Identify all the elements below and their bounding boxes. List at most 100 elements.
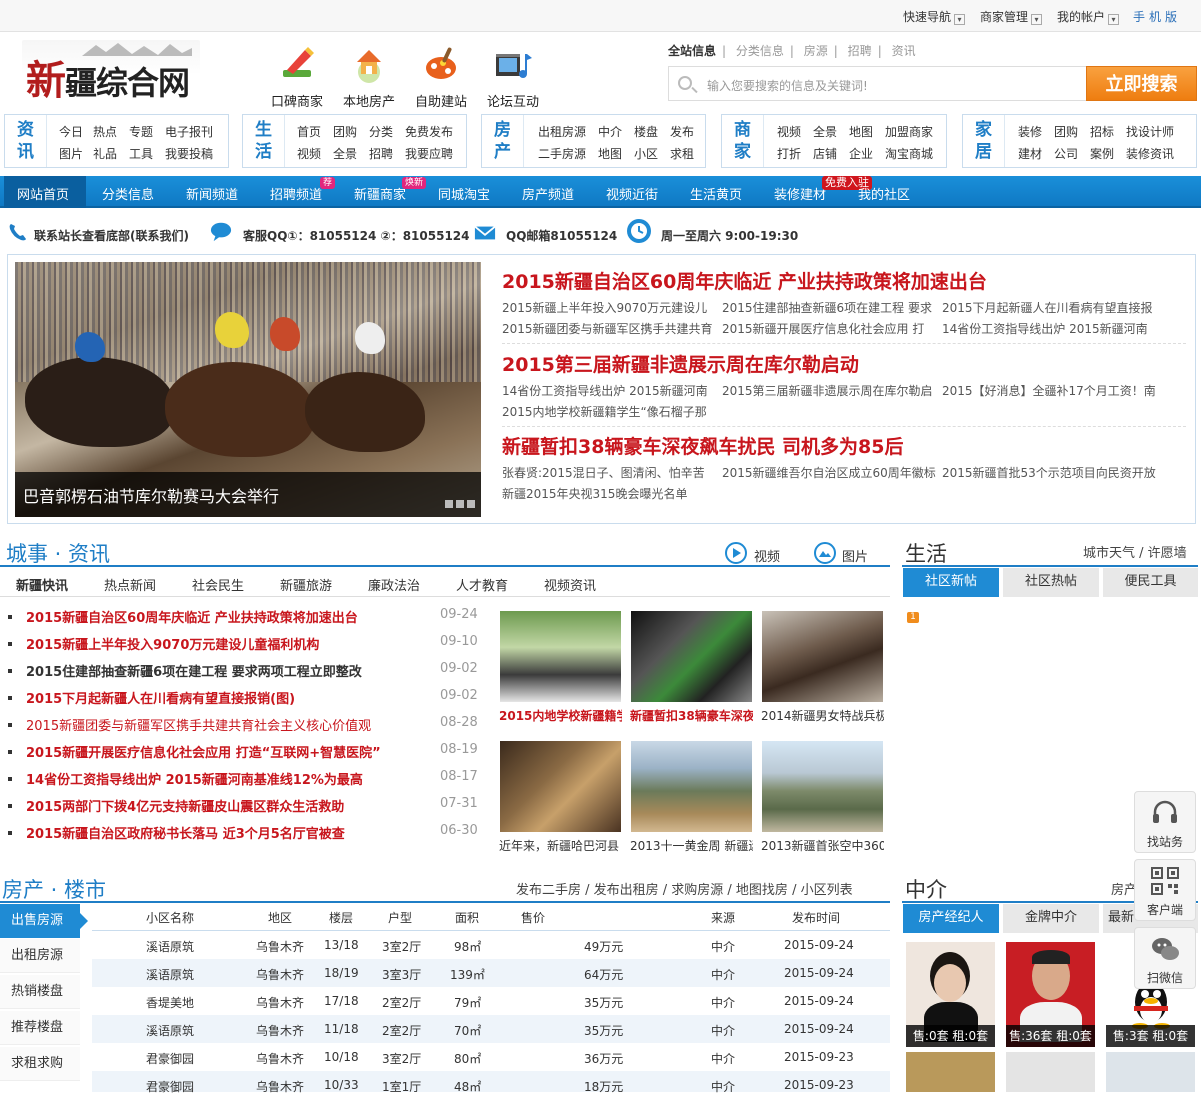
news-item[interactable]: 14省份工资指导线出炉 2015新疆河南基准线12%为最高 08-17 — [8, 769, 478, 788]
category-link[interactable]: 中介 — [598, 123, 622, 140]
tab-hot-estates[interactable]: 热销楼盘 — [0, 975, 80, 1009]
news-tab[interactable]: 热点新闻 — [104, 575, 156, 594]
category-link[interactable]: 全景 — [333, 145, 357, 162]
news-thumbnail[interactable] — [500, 611, 621, 702]
news-tab[interactable]: 社会民生 — [192, 575, 244, 594]
headline-title[interactable]: 新疆暂扣38辆豪车深夜飙车扰民 司机多为85后 — [502, 432, 904, 459]
header-link-forum[interactable]: 论坛互动 — [478, 44, 548, 110]
headline-sub[interactable]: 2015新疆团委与新疆军区携手共建共育 — [502, 320, 713, 337]
category-link[interactable]: 公司 — [1054, 145, 1078, 162]
nav-item-classified[interactable]: 分类信息 — [102, 184, 154, 203]
thumbnail-caption[interactable]: 2015内地学校新疆籍学 — [499, 707, 622, 724]
tab-community-new[interactable]: 社区新帖 — [903, 568, 999, 597]
table-row[interactable]: 溪语原筑 乌鲁木齐 13/18 3室2厅 98㎡ 49万元 中介 2015-09-24 — [92, 931, 890, 959]
category-link[interactable]: 装修资讯 — [1126, 145, 1174, 162]
category-link[interactable]: 免费发布 — [405, 123, 453, 140]
nav-item-merchants[interactable]: 新疆商家 — [354, 184, 406, 203]
category-link[interactable]: 我要应聘 — [405, 145, 453, 162]
news-item[interactable]: 2015两部门下拨4亿元支持新疆皮山震区群众生活救助 07-31 — [8, 796, 478, 815]
category-link[interactable]: 地图 — [598, 145, 622, 162]
category-link[interactable]: 招聘 — [369, 145, 393, 162]
tab-community-hot[interactable]: 社区热帖 — [1003, 568, 1099, 597]
search-tab[interactable]: 招聘 — [848, 44, 872, 58]
table-row[interactable]: 香堤美地 乌鲁木齐 17/18 2室2厅 79㎡ 35万元 中介 2015-09-24 — [92, 987, 890, 1015]
category-link[interactable]: 电子报刊 — [165, 123, 213, 140]
search-tab[interactable]: 全站信息 — [668, 44, 716, 58]
video-link[interactable]: 视频 — [754, 546, 780, 565]
category-link[interactable]: 二手房源 — [538, 145, 586, 162]
tab-tools[interactable]: 便民工具 — [1103, 568, 1198, 597]
headline-sub[interactable]: 14省份工资指导线出炉 2015新疆河南 — [502, 382, 708, 399]
headline-title[interactable]: 2015新疆自治区60周年庆临近 产业扶持政策将加速出台 — [502, 267, 987, 294]
tab-want-rent-buy[interactable]: 求租求购 — [0, 1047, 80, 1081]
category-link[interactable]: 找设计师 — [1126, 123, 1174, 140]
news-item[interactable]: 2015新疆自治区政府秘书长落马 近3个月5名厅官被查 06-30 — [8, 823, 478, 842]
thumbnail-caption[interactable]: 新疆暂扣38辆豪车深夜 — [630, 707, 753, 724]
news-thumbnail[interactable] — [762, 611, 883, 702]
slider-caption[interactable]: 巴音郭楞石油节库尔勒赛马大会举行 — [15, 472, 481, 517]
headline-sub[interactable]: 新疆2015年央视315晚会曝光名单 — [502, 485, 687, 502]
headline-sub[interactable]: 张春贤:2015混日子、图清闲、怕辛苦 — [502, 464, 705, 481]
nav-item-property[interactable]: 房产频道 — [522, 184, 574, 203]
float-wechat-button[interactable]: 扫微信 — [1134, 927, 1196, 989]
tab-for-rent[interactable]: 出租房源 — [0, 939, 80, 973]
nav-item-jobs[interactable]: 招聘频道 — [270, 184, 322, 203]
nav-item-yellowpages[interactable]: 生活黄页 — [690, 184, 742, 203]
header-link-website[interactable]: 自助建站 — [406, 44, 476, 110]
headline-sub[interactable]: 14省份工资指导线出炉 2015新疆河南 — [942, 320, 1148, 337]
slider-dots[interactable] — [442, 497, 475, 511]
tab-recommended-estates[interactable]: 推荐楼盘 — [0, 1011, 80, 1045]
photo-link[interactable]: 图片 — [842, 546, 868, 565]
category-link[interactable]: 发布 — [670, 123, 694, 140]
search-tab[interactable]: 房源 — [804, 44, 828, 58]
headline-title[interactable]: 2015第三届新疆非遗展示周在库尔勒启动 — [502, 350, 859, 377]
tab-gold-agency[interactable]: 金牌中介 — [1003, 904, 1099, 933]
search-button[interactable]: 立即搜索 — [1086, 66, 1197, 101]
mobile-link[interactable]: 手机版 — [1133, 8, 1181, 25]
table-row[interactable]: 君豪御园 乌鲁木齐 10/33 1室1厅 48㎡ 18万元 中介 2015-09-23 — [92, 1071, 890, 1094]
category-link[interactable]: 专题 — [129, 123, 153, 140]
agent-card[interactable] — [1106, 1052, 1195, 1092]
headline-sub[interactable]: 2015【好消息】全疆补17个月工资！南 — [942, 382, 1156, 399]
category-link[interactable]: 团购 — [1054, 123, 1078, 140]
photo-slider[interactable]: 巴音郭楞石油节库尔勒赛马大会举行 — [15, 262, 481, 517]
category-link[interactable]: 淘宝商城 — [885, 145, 933, 162]
agent-card[interactable] — [1006, 1052, 1095, 1092]
category-link[interactable]: 招标 — [1090, 123, 1114, 140]
news-item[interactable]: 2015新疆自治区60周年庆临近 产业扶持政策将加速出台 09-24 — [8, 607, 478, 626]
category-link[interactable]: 企业 — [849, 145, 873, 162]
category-link[interactable]: 视频 — [297, 145, 321, 162]
category-link[interactable]: 装修 — [1018, 123, 1042, 140]
news-thumbnail[interactable] — [500, 741, 621, 832]
category-link[interactable]: 店铺 — [813, 145, 837, 162]
contact-qq[interactable]: 客服QQ①：81055124 ②：81055124 — [243, 227, 470, 244]
contact-mail[interactable]: QQ邮箱81055124 — [506, 227, 617, 244]
search-tab[interactable]: 资讯 — [892, 44, 916, 58]
news-tab[interactable]: 新疆快讯 — [16, 575, 68, 594]
account-menu[interactable]: 我的帐户 ▾ — [1057, 8, 1120, 25]
category-link[interactable]: 楼盘 — [634, 123, 658, 140]
table-row[interactable]: 君豪御园 乌鲁木齐 10/18 3室2厅 80㎡ 36万元 中介 2015-09-23 — [92, 1043, 890, 1071]
news-thumbnail[interactable] — [762, 741, 883, 832]
nav-item-home[interactable]: 网站首页 — [17, 184, 69, 203]
header-link-housing[interactable]: 本地房产 — [334, 44, 404, 110]
property-links[interactable]: 发布二手房 / 发布出租房 / 求购房源 / 地图找房 / 小区列表 — [516, 879, 853, 898]
headline-sub[interactable]: 2015新疆维吾尔自治区成立60周年徽标 — [722, 464, 936, 481]
category-link[interactable]: 首页 — [297, 123, 321, 140]
thumbnail-caption[interactable]: 2013新疆首张空中360 — [761, 837, 884, 854]
agent-card[interactable]: 售:36套 租:0套 — [1006, 942, 1095, 1047]
category-link[interactable]: 打折 — [777, 145, 801, 162]
headline-sub[interactable]: 2015新疆首批53个示范项目向民资开放 — [942, 464, 1156, 481]
category-link[interactable]: 图片 — [59, 145, 83, 162]
float-support-button[interactable]: 找站务 — [1134, 791, 1196, 853]
tab-agents[interactable]: 房产经纪人 — [903, 904, 999, 933]
category-link[interactable]: 我要投稿 — [165, 145, 213, 162]
headline-sub[interactable]: 2015内地学校新疆籍学生“像石榴子那 — [502, 403, 707, 420]
category-link[interactable]: 求租 — [670, 145, 694, 162]
news-thumbnail[interactable] — [631, 611, 752, 702]
news-item[interactable]: 2015新疆团委与新疆军区携手共建共育社会主义核心价值观 08-28 — [8, 715, 478, 734]
news-tab[interactable]: 视频资讯 — [544, 575, 596, 594]
news-thumbnail[interactable] — [631, 741, 752, 832]
table-row[interactable]: 溪语原筑 乌鲁木齐 11/18 2室2厅 70㎡ 35万元 中介 2015-09-24 — [92, 1015, 890, 1043]
nav-item-decoration[interactable]: 装修建材 — [774, 184, 826, 203]
